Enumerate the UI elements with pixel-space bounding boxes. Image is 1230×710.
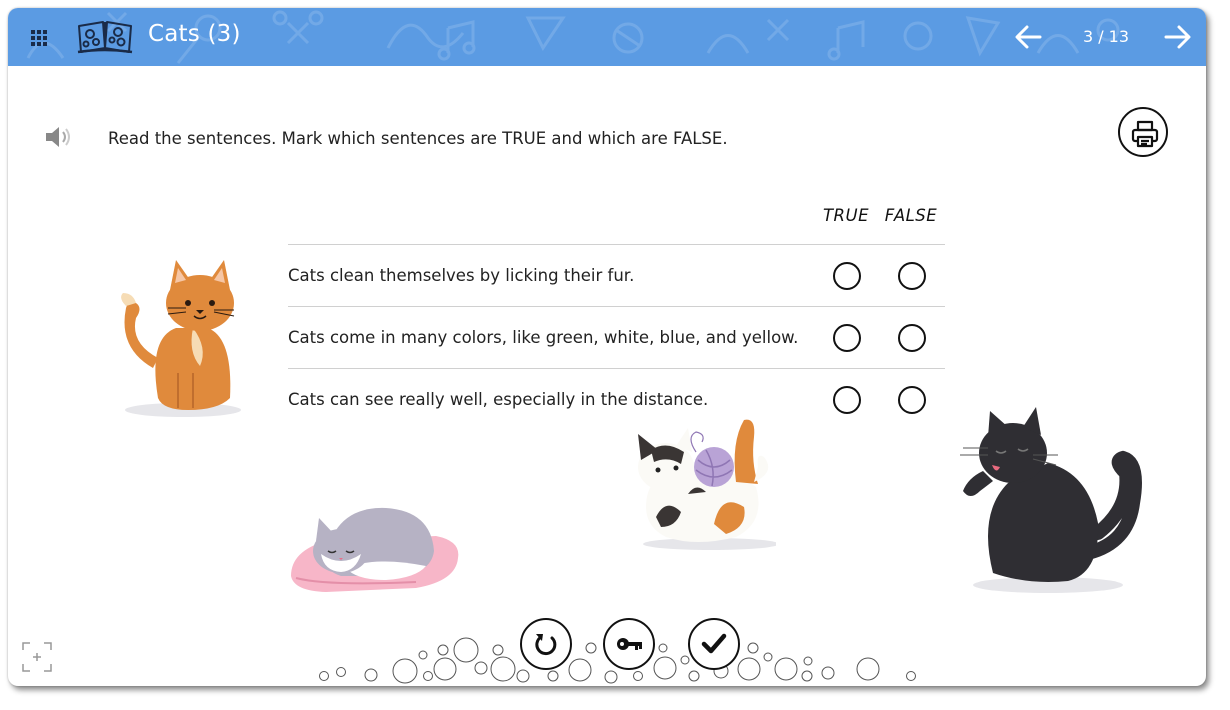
true-radio[interactable] xyxy=(833,262,861,290)
key-icon xyxy=(617,638,642,650)
black-cat-illustration xyxy=(960,407,1142,593)
print-button[interactable] xyxy=(1118,107,1168,157)
previous-arrow-icon[interactable] xyxy=(1013,23,1043,51)
grey-sleeping-cat-illustration xyxy=(291,507,459,592)
grid-menu-icon[interactable] xyxy=(29,28,49,48)
instruction-true-word: TRUE xyxy=(502,129,547,148)
statement-text: Cats come in many colors, like green, wh… xyxy=(288,328,799,347)
false-radio[interactable] xyxy=(898,262,926,290)
open-book-icon xyxy=(77,21,133,54)
statement-row: Cats come in many colors, like green, wh… xyxy=(288,306,945,369)
reset-button[interactable] xyxy=(520,618,572,670)
instruction-part: and which are xyxy=(546,129,673,148)
activity-window: Cats (3) 3 / 13 Read the sentences. Mark… xyxy=(8,8,1206,686)
speaker-icon[interactable] xyxy=(43,124,73,150)
printer-icon xyxy=(1131,120,1159,148)
instruction-part: . xyxy=(722,129,728,148)
header-bar: Cats (3) 3 / 13 xyxy=(8,8,1206,66)
answer-key-button[interactable] xyxy=(603,618,655,670)
true-column-header: TRUE xyxy=(822,206,870,225)
page-title: Cats (3) xyxy=(148,21,241,47)
false-radio[interactable] xyxy=(898,324,926,352)
statement-text: Cats clean themselves by licking their f… xyxy=(288,266,635,285)
fullscreen-icon[interactable] xyxy=(21,641,53,673)
instruction-text: Read the sentences. Mark which sentences… xyxy=(108,129,728,148)
next-arrow-icon[interactable] xyxy=(1163,23,1193,51)
statement-row: Cats clean themselves by licking their f… xyxy=(288,244,945,307)
instruction-part: Read the sentences. Mark which sentences… xyxy=(108,129,503,148)
true-radio[interactable] xyxy=(833,324,861,352)
check-icon xyxy=(701,633,727,654)
instruction-false-word: FALSE xyxy=(672,129,723,148)
check-answers-button[interactable] xyxy=(688,618,740,670)
orange-cat-illustration xyxy=(121,260,241,417)
statement-text: Cats can see really well, especially in … xyxy=(288,390,709,409)
statement-row: Cats can see really well, especially in … xyxy=(288,368,945,431)
reset-icon xyxy=(535,634,557,656)
true-radio[interactable] xyxy=(833,386,861,414)
false-column-header: FALSE xyxy=(884,206,938,225)
false-radio[interactable] xyxy=(898,386,926,414)
calico-cat-illustration xyxy=(638,419,776,550)
page-counter: 3 / 13 xyxy=(1082,27,1130,46)
